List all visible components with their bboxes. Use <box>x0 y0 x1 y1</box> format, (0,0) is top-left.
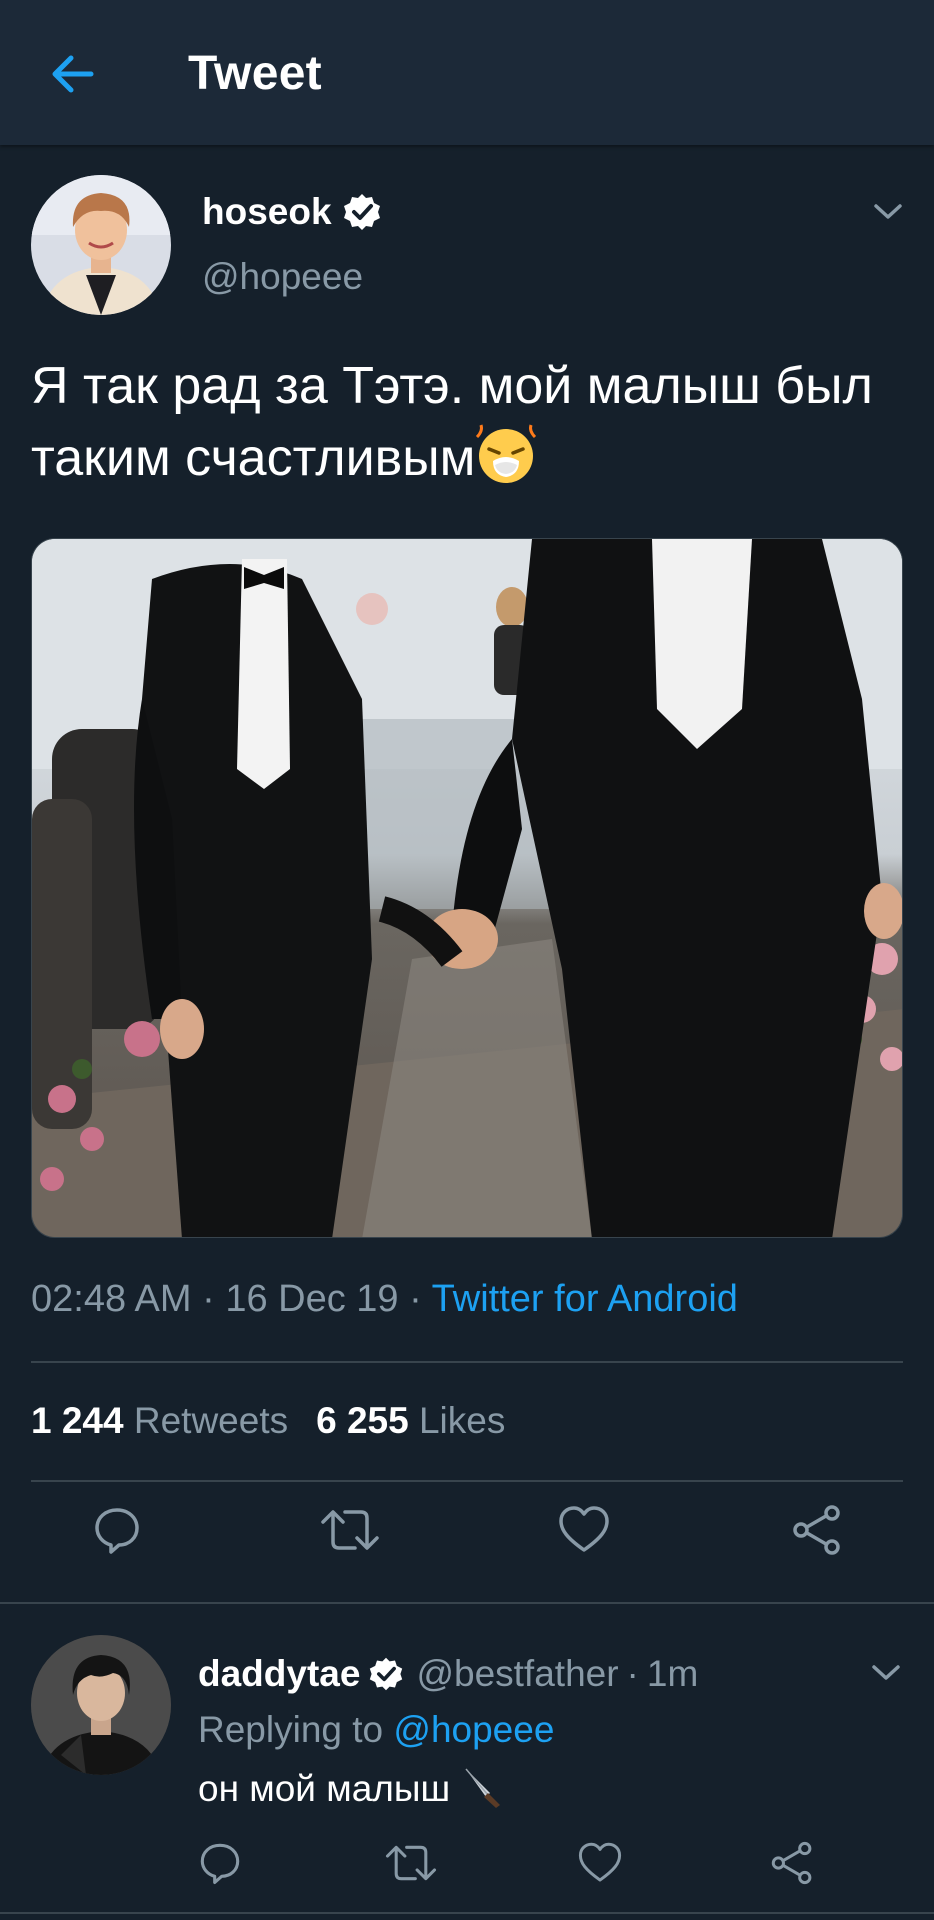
retweet-icon <box>321 1510 379 1550</box>
share-icon <box>771 1841 812 1885</box>
like-button[interactable] <box>549 1495 619 1565</box>
reply-author-row[interactable]: daddytae @bestfather · 1m <box>198 1653 698 1695</box>
display-name: hoseok <box>202 191 332 232</box>
reply-text: он мой малыш <box>198 1765 504 1810</box>
tweet-action-bar <box>0 1495 934 1595</box>
reply-button[interactable] <box>185 1828 255 1898</box>
like-button[interactable] <box>565 1828 635 1898</box>
reply-icon <box>95 1508 139 1554</box>
back-button[interactable] <box>42 44 102 104</box>
tweet-text: Я так рад за Тэтэ. мой малыш был таким с… <box>31 350 891 494</box>
retweets-count: 1 244 <box>31 1400 124 1441</box>
reply-action-bar <box>0 1828 934 1918</box>
replying-to-line: Replying to @hopeee <box>198 1709 554 1751</box>
likes-stat[interactable]: 6 255 Likes <box>316 1400 505 1441</box>
likes-count: 6 255 <box>316 1400 409 1441</box>
retweet-button[interactable] <box>376 1828 446 1898</box>
author-name-row[interactable]: hoseok <box>202 191 382 233</box>
top-bar: Tweet <box>0 0 934 145</box>
author-handle[interactable]: @hopeee <box>202 256 363 298</box>
heart-icon <box>559 1506 609 1552</box>
reply-display-name: daddytae <box>198 1653 361 1694</box>
divider <box>0 1602 934 1604</box>
tweet-source-link[interactable]: Twitter for Android <box>432 1278 738 1320</box>
tweet-stats: 1 244 Retweets 6 255 Likes <box>31 1400 505 1442</box>
verified-badge-icon <box>343 194 380 230</box>
reply-time: 1m <box>646 1653 699 1694</box>
retweets-stat[interactable]: 1 244 Retweets <box>31 1400 288 1441</box>
avatar[interactable] <box>31 1635 171 1775</box>
face-with-steam-crying-icon <box>476 424 537 483</box>
chevron-down-icon[interactable] <box>868 197 908 227</box>
heart-icon <box>578 1842 622 1882</box>
tweet-time: 02:48 AM <box>31 1278 192 1320</box>
knife-icon <box>465 1768 501 1808</box>
verified-badge-icon <box>370 1657 403 1691</box>
arrow-left-icon <box>52 55 94 93</box>
divider <box>0 1912 934 1914</box>
share-icon <box>793 1505 840 1555</box>
replying-to-mention[interactable]: @hopeee <box>393 1709 554 1750</box>
replying-to-label: Replying to <box>198 1709 384 1750</box>
tweet-meta: 02:48 AM · 16 Dec 19 · Twitter for Andro… <box>31 1278 738 1321</box>
meta-separator: · <box>202 1278 226 1320</box>
retweet-icon <box>385 1845 437 1881</box>
share-button[interactable] <box>782 1495 852 1565</box>
meta-separator: · <box>626 1653 639 1694</box>
share-button[interactable] <box>757 1828 827 1898</box>
reply-text-content: он мой малыш <box>198 1768 451 1809</box>
retweets-label: Retweets <box>133 1400 289 1441</box>
retweet-button[interactable] <box>315 1495 385 1565</box>
reply-button[interactable] <box>82 1495 152 1565</box>
meta-separator: · <box>409 1278 432 1320</box>
reply-handle: @bestfather <box>416 1653 619 1694</box>
tweet-date: 16 Dec 19 <box>225 1278 399 1320</box>
divider <box>31 1361 903 1363</box>
reply-icon <box>200 1843 240 1885</box>
tweet-photo[interactable] <box>31 538 903 1238</box>
tweet-text-content: Я так рад за Тэтэ. мой малыш был таким с… <box>31 357 873 487</box>
divider <box>31 1480 903 1482</box>
likes-label: Likes <box>418 1400 506 1441</box>
avatar[interactable] <box>31 175 171 315</box>
page-title: Tweet <box>188 47 322 100</box>
chevron-down-icon[interactable] <box>868 1659 904 1687</box>
